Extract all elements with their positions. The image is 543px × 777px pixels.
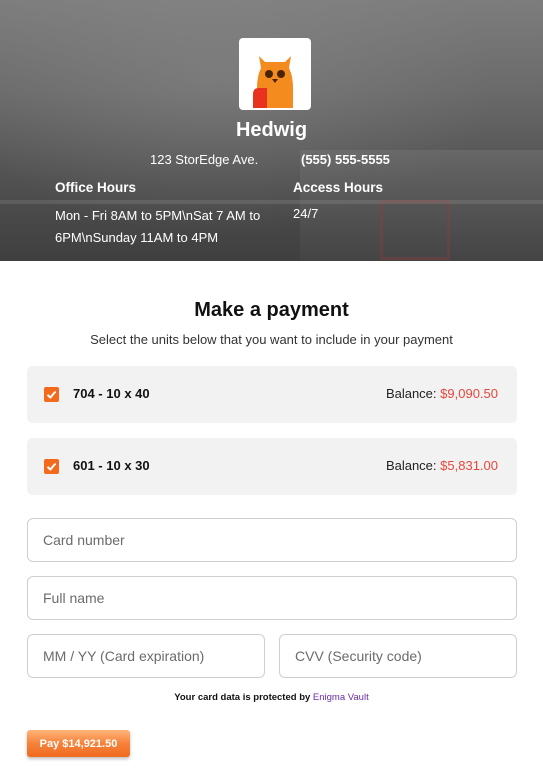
security-note: Your card data is protected by Enigma Va… (0, 692, 543, 703)
page-title: Make a payment (194, 299, 349, 321)
facility-address: 123 StorEdge Ave. (150, 152, 259, 167)
office-hours-value: Mon - Fri 8AM to 5PM\nSat 7 AM to 6PM\nS… (55, 208, 261, 245)
access-hours-value: 24/7 (293, 206, 319, 221)
checkmark-icon (46, 390, 57, 399)
balance-amount: $9,090.50 (440, 386, 498, 401)
background-door (380, 200, 450, 260)
security-note-text: Your card data is protected by (174, 692, 311, 703)
unit-name: 601 - 10 x 30 (73, 458, 150, 473)
unit-name: 704 - 10 x 40 (73, 386, 150, 401)
unit-checkbox[interactable] (44, 387, 59, 402)
balance-amount: $5,831.00 (440, 458, 498, 473)
facility-name: Hedwig (235, 119, 308, 141)
cvv-input[interactable] (279, 634, 517, 678)
page-subtitle: Select the units below that you want to … (90, 332, 453, 347)
unit-row[interactable]: 601 - 10 x 30 Balance: $5,831.00 (27, 438, 517, 495)
full-name-input[interactable] (27, 576, 517, 620)
office-hours-label: Office Hours (55, 180, 137, 195)
pay-button[interactable]: Pay $14,921.50 (27, 730, 130, 757)
unit-balance: Balance: $9,090.50 (386, 386, 498, 401)
balance-label: Balance: (385, 458, 437, 473)
unit-checkbox[interactable] (44, 459, 59, 474)
unit-row[interactable]: 704 - 10 x 40 Balance: $9,090.50 (27, 366, 517, 423)
card-expiration-input[interactable] (27, 634, 265, 678)
owl-logo-icon (239, 38, 311, 110)
facility-phone[interactable]: (555) 555-5555 (301, 152, 390, 167)
enigma-vault-link[interactable]: Enigma Vault (313, 692, 369, 703)
background-stripe (0, 200, 543, 204)
checkmark-icon (46, 462, 57, 471)
unit-balance: Balance: $5,831.00 (386, 458, 498, 473)
balance-label: Balance: (385, 386, 437, 401)
access-hours-label: Access Hours (293, 180, 384, 195)
card-number-input[interactable] (27, 518, 517, 562)
